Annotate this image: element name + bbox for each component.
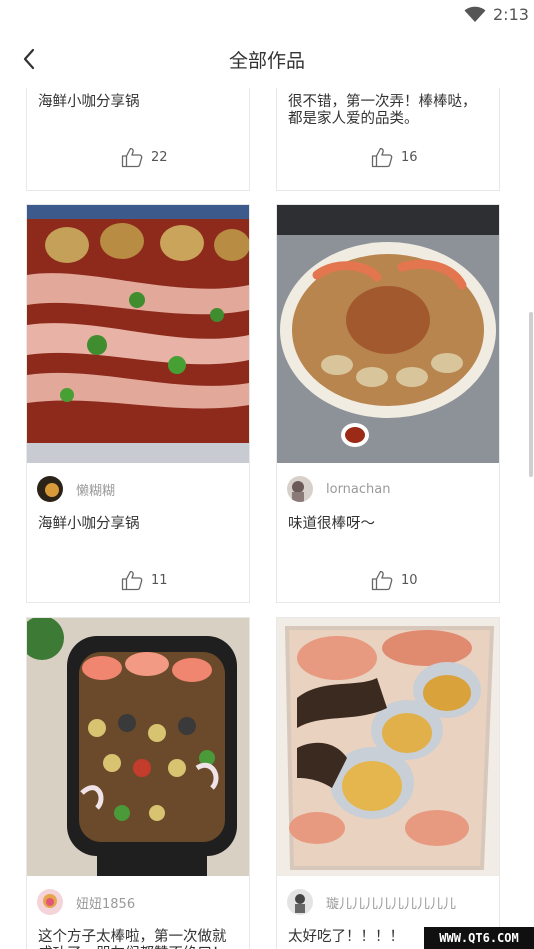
status-time: 2:13 [493, 5, 529, 24]
work-description: 海鲜小咖分享锅 [38, 516, 140, 532]
author-info[interactable]: 妞妞1856 [37, 888, 135, 916]
work-card[interactable]: 妞妞1856 这个方子太棒啦，第一次做就成功了，朋友们都赞不绝口！ [26, 617, 250, 949]
work-description: 很不错，第一次弄！棒棒哒，都是家人爱的品类。 [288, 94, 477, 127]
work-photo[interactable] [277, 205, 499, 463]
work-photo[interactable] [27, 618, 249, 876]
avatar[interactable] [287, 889, 313, 915]
status-bar: 2:13 [0, 0, 534, 30]
like-count: 10 [401, 572, 418, 588]
work-card[interactable]: 海鲜小咖分享锅 22 [26, 88, 250, 191]
work-photo[interactable] [277, 618, 499, 876]
author-info[interactable]: 懒糊糊 [37, 475, 115, 503]
work-description: 这个方子太棒啦，第一次做就成功了，朋友们都赞不绝口！ [38, 929, 227, 949]
work-card[interactable]: 璇儿儿儿儿儿儿儿儿儿 太好吃了！！！！ [276, 617, 500, 949]
avatar[interactable] [287, 476, 313, 502]
page-title: 全部作品 [228, 50, 305, 72]
author-name: lornachan [326, 481, 391, 497]
author-name: 妞妞1856 [76, 896, 136, 912]
work-description: 味道很棒呀～ [288, 516, 375, 532]
like-count: 16 [401, 149, 418, 165]
like-count: 11 [151, 572, 168, 588]
author-name: 懒糊糊 [76, 483, 116, 499]
works-feed[interactable]: 海鲜小咖分享锅 22 很不错，第一次弄！棒棒哒，都是家人爱的品类。 16 懒糊糊… [0, 88, 534, 949]
like-count: 22 [151, 149, 168, 165]
header-bar: 全部作品 [0, 30, 534, 88]
work-photo[interactable] [27, 205, 249, 463]
work-description: 海鲜小咖分享锅 [38, 94, 140, 110]
avatar[interactable] [37, 476, 63, 502]
like-button[interactable]: 11 [121, 568, 168, 592]
author-name: 璇儿儿儿儿儿儿儿儿儿 [326, 896, 457, 912]
site-watermark: WWW.QT6.COM [424, 927, 534, 949]
avatar[interactable] [37, 889, 63, 915]
author-info[interactable]: 璇儿儿儿儿儿儿儿儿儿 [287, 888, 456, 916]
like-button[interactable]: 22 [121, 145, 168, 169]
work-card[interactable]: lornachan 味道很棒呀～ 10 [276, 204, 500, 603]
like-button[interactable]: 16 [371, 145, 418, 169]
wifi-icon [464, 6, 486, 22]
author-info[interactable]: lornachan [287, 475, 390, 503]
thumbs-up-icon [121, 570, 143, 590]
work-card[interactable]: 懒糊糊 海鲜小咖分享锅 11 [26, 204, 250, 603]
thumbs-up-icon [121, 147, 143, 167]
thumbs-up-icon [371, 570, 393, 590]
work-card[interactable]: 很不错，第一次弄！棒棒哒，都是家人爱的品类。 16 [276, 88, 500, 191]
like-button[interactable]: 10 [371, 568, 418, 592]
scrollbar[interactable] [529, 312, 533, 477]
thumbs-up-icon [371, 147, 393, 167]
